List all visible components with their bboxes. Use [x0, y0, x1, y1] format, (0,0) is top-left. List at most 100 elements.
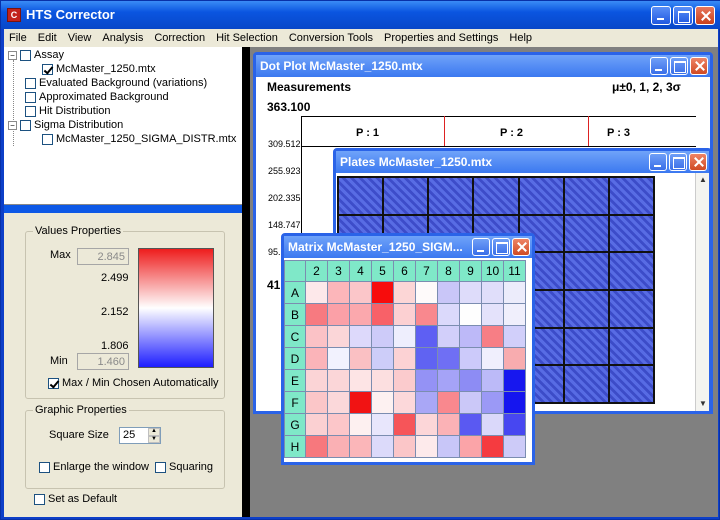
matrix-column-header[interactable]: 4 — [349, 260, 372, 282]
enlarge-window-row[interactable]: Enlarge the window — [39, 460, 149, 474]
tree-item-hit-distribution[interactable]: Hit Distribution — [25, 104, 111, 118]
matrix-cell[interactable] — [503, 435, 526, 458]
matrix-cell[interactable] — [415, 325, 438, 348]
enlarge-window-checkbox[interactable] — [39, 461, 50, 473]
matrix-cell[interactable] — [393, 281, 416, 304]
matrix-cell[interactable] — [503, 303, 526, 326]
matrix-cell[interactable] — [437, 325, 460, 348]
maximize-icon[interactable] — [673, 6, 693, 25]
matrix-cell[interactable] — [327, 413, 350, 436]
matrix-cell[interactable] — [371, 435, 394, 458]
matrix-row-header[interactable]: E — [284, 369, 306, 392]
matrix-cell[interactable] — [503, 413, 526, 436]
matrix-column-header[interactable]: 10 — [481, 260, 504, 282]
menu-view[interactable]: View — [63, 32, 98, 44]
matrix-cell[interactable] — [415, 391, 438, 414]
matrix-cell[interactable] — [437, 347, 460, 370]
matrix-cell[interactable] — [305, 413, 328, 436]
matrix-cell[interactable] — [371, 325, 394, 348]
matrix-cell[interactable] — [349, 391, 372, 414]
vertical-splitter[interactable] — [242, 47, 250, 517]
squaring-row[interactable]: Squaring — [155, 460, 213, 474]
set-default-checkbox[interactable] — [34, 493, 45, 505]
squaring-checkbox[interactable] — [155, 461, 166, 473]
scroll-up-icon[interactable]: ▲ — [697, 173, 709, 187]
matrix-cell[interactable] — [371, 391, 394, 414]
matrix-column-header[interactable]: 3 — [327, 260, 350, 282]
min-field[interactable]: 1.460 — [77, 353, 129, 370]
matrix-cell[interactable] — [415, 435, 438, 458]
matrix-row-header[interactable]: B — [284, 303, 306, 326]
matrix-cell[interactable] — [349, 325, 372, 348]
matrix-cell[interactable] — [371, 303, 394, 326]
matrix-column-header[interactable]: 2 — [305, 260, 328, 282]
matrix-cell[interactable] — [503, 281, 526, 304]
matrix-row-header[interactable]: A — [284, 281, 306, 304]
matrix-cell[interactable] — [371, 369, 394, 392]
tree-item-sigma-distribution[interactable]: − Sigma Distribution — [8, 118, 123, 132]
set-default-row[interactable]: Set as Default — [34, 492, 117, 506]
matrix-cell[interactable] — [349, 435, 372, 458]
matrix-cell[interactable] — [503, 325, 526, 348]
minimize-icon[interactable] — [651, 6, 671, 25]
matrix-column-header[interactable]: 5 — [371, 260, 394, 282]
scroll-down-icon[interactable]: ▼ — [697, 397, 709, 411]
pane-splitter[interactable] — [4, 205, 242, 213]
matrix-cell[interactable] — [393, 303, 416, 326]
matrix-cell[interactable] — [415, 303, 438, 326]
matrix-cell[interactable] — [503, 347, 526, 370]
matrix-cell[interactable] — [305, 435, 328, 458]
matrix-title-bar[interactable]: Matrix McMaster_1250_SIGM... — [284, 236, 532, 258]
matrix-cell[interactable] — [393, 391, 416, 414]
matrix-column-header[interactable]: 11 — [503, 260, 526, 282]
matrix-cell[interactable] — [437, 413, 460, 436]
matrix-cell[interactable] — [393, 435, 416, 458]
matrix-cell[interactable] — [305, 369, 328, 392]
matrix-row-header[interactable]: H — [284, 435, 306, 458]
maximize-icon[interactable] — [669, 153, 687, 171]
matrix-column-header[interactable]: 7 — [415, 260, 438, 282]
matrix-cell[interactable] — [349, 347, 372, 370]
matrix-cell[interactable] — [459, 413, 482, 436]
collapse-icon[interactable]: − — [8, 50, 17, 60]
matrix-cell[interactable] — [371, 413, 394, 436]
matrix-cell[interactable] — [305, 391, 328, 414]
close-icon[interactable] — [512, 238, 530, 256]
matrix-cell[interactable] — [305, 303, 328, 326]
close-icon[interactable] — [690, 57, 708, 75]
matrix-cell[interactable] — [459, 281, 482, 304]
tree-item-mcmaster[interactable]: McMaster_1250.mtx — [42, 62, 156, 76]
matrix-cell[interactable] — [459, 303, 482, 326]
tree-checkbox[interactable] — [42, 63, 53, 75]
matrix-column-header[interactable]: 8 — [437, 260, 460, 282]
matrix-cell[interactable] — [481, 347, 504, 370]
matrix-cell[interactable] — [459, 347, 482, 370]
matrix-cell[interactable] — [327, 369, 350, 392]
matrix-cell[interactable] — [503, 391, 526, 414]
matrix-cell[interactable] — [415, 413, 438, 436]
matrix-cell[interactable] — [481, 369, 504, 392]
matrix-cell[interactable] — [393, 413, 416, 436]
matrix-cell[interactable] — [415, 369, 438, 392]
matrix-cell[interactable] — [349, 369, 372, 392]
matrix-column-header[interactable]: 6 — [393, 260, 416, 282]
menu-edit[interactable]: Edit — [33, 32, 63, 44]
matrix-cell[interactable] — [437, 391, 460, 414]
matrix-cell[interactable] — [415, 281, 438, 304]
matrix-cell[interactable] — [481, 281, 504, 304]
close-icon[interactable] — [689, 153, 707, 171]
menu-correction[interactable]: Correction — [149, 32, 211, 44]
matrix-cell[interactable] — [481, 325, 504, 348]
matrix-cell[interactable] — [481, 413, 504, 436]
dot-plot-title-bar[interactable]: Dot Plot McMaster_1250.mtx — [256, 55, 710, 77]
matrix-cell[interactable] — [349, 303, 372, 326]
plates-title-bar[interactable]: Plates McMaster_1250.mtx — [336, 151, 709, 173]
square-size-stepper[interactable]: 25 ▲ ▼ — [119, 427, 161, 444]
matrix-cell[interactable] — [481, 303, 504, 326]
matrix-cell[interactable] — [349, 281, 372, 304]
matrix-cell[interactable] — [481, 435, 504, 458]
maximize-icon[interactable] — [492, 238, 510, 256]
matrix-cell[interactable] — [437, 303, 460, 326]
matrix-row-header[interactable]: C — [284, 325, 306, 348]
tree-item-sigma-file[interactable]: McMaster_1250_SIGMA_DISTR.mtx — [42, 132, 236, 146]
